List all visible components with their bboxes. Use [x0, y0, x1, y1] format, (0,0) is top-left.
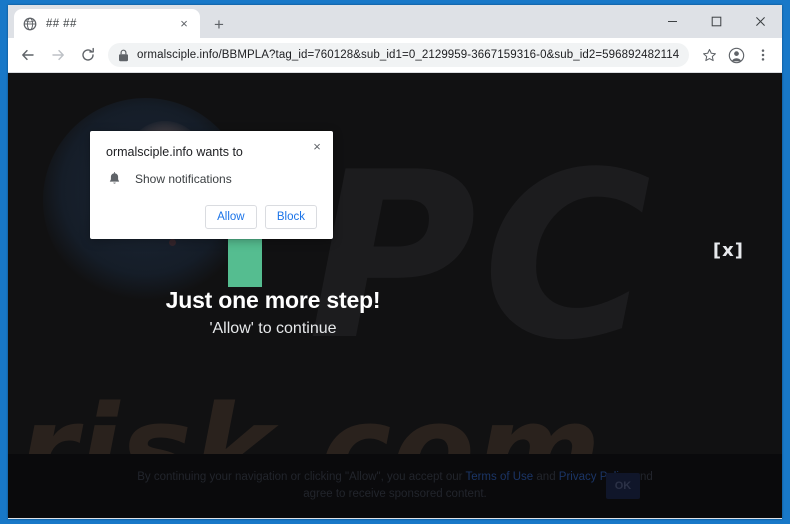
close-button[interactable]	[738, 5, 782, 37]
dialog-title: ormalsciple.info wants to	[106, 145, 243, 159]
forward-button[interactable]	[44, 41, 72, 69]
page-subheadline: 'Allow' to continue	[209, 320, 337, 337]
dialog-actions: Allow Block	[106, 205, 317, 229]
window-controls	[650, 5, 782, 37]
notification-permission-dialog: × ormalsciple.info wants to Show notific…	[90, 131, 333, 239]
browser-window: ## ## × + ormalsciple.info/BBMPLA?tag_id…	[8, 5, 782, 519]
new-tab-button[interactable]: +	[208, 13, 230, 35]
consent-text: By continuing your navigation or clickin…	[8, 469, 782, 503]
page-headline: Just one more step!	[165, 287, 381, 313]
tab-title: ## ##	[46, 17, 77, 30]
minimize-button[interactable]	[650, 5, 694, 37]
address-bar-url: ormalsciple.info/BBMPLA?tag_id=760128&su…	[137, 49, 679, 61]
bell-icon	[106, 171, 122, 187]
back-button[interactable]	[14, 41, 42, 69]
permission-label: Show notifications	[135, 172, 232, 186]
profile-avatar-icon[interactable]	[723, 42, 749, 68]
tab-strip: ## ## × +	[8, 5, 782, 38]
browser-menu-icon[interactable]	[750, 42, 776, 68]
browser-tab[interactable]: ## ## ×	[14, 9, 200, 38]
permission-row: Show notifications	[106, 171, 317, 187]
consent-bar: By continuing your navigation or clickin…	[8, 454, 782, 518]
consent-text-part2: and	[536, 471, 556, 483]
desktop-background: ## ## × + ormalsciple.info/BBMPLA?tag_id…	[0, 0, 790, 524]
decorative-dot	[169, 239, 176, 246]
bookmark-star-icon[interactable]	[696, 42, 722, 68]
lock-icon	[118, 48, 130, 62]
browser-toolbar: ormalsciple.info/BBMPLA?tag_id=760128&su…	[8, 38, 782, 73]
maximize-button[interactable]	[694, 5, 738, 37]
dialog-close-icon[interactable]: ×	[309, 138, 325, 154]
globe-icon	[22, 16, 38, 32]
allow-button[interactable]: Allow	[204, 205, 257, 229]
block-button[interactable]: Block	[264, 205, 317, 229]
terms-of-use-link[interactable]: Terms of Use	[465, 471, 533, 483]
page-viewport: PC risk.com Just one more step! 'Allow' …	[8, 73, 782, 518]
consent-bar-inner: By continuing your navigation or clickin…	[8, 469, 782, 503]
watermark-top-text: PC	[308, 124, 658, 391]
consent-text-part1: By continuing your navigation or clickin…	[137, 471, 463, 483]
tab-close-icon[interactable]: ×	[176, 16, 192, 32]
close-ad-badge[interactable]: [x]	[713, 240, 744, 261]
consent-ok-button[interactable]: OK	[606, 473, 640, 499]
address-bar[interactable]: ormalsciple.info/BBMPLA?tag_id=760128&su…	[108, 43, 689, 67]
reload-button[interactable]	[74, 41, 102, 69]
